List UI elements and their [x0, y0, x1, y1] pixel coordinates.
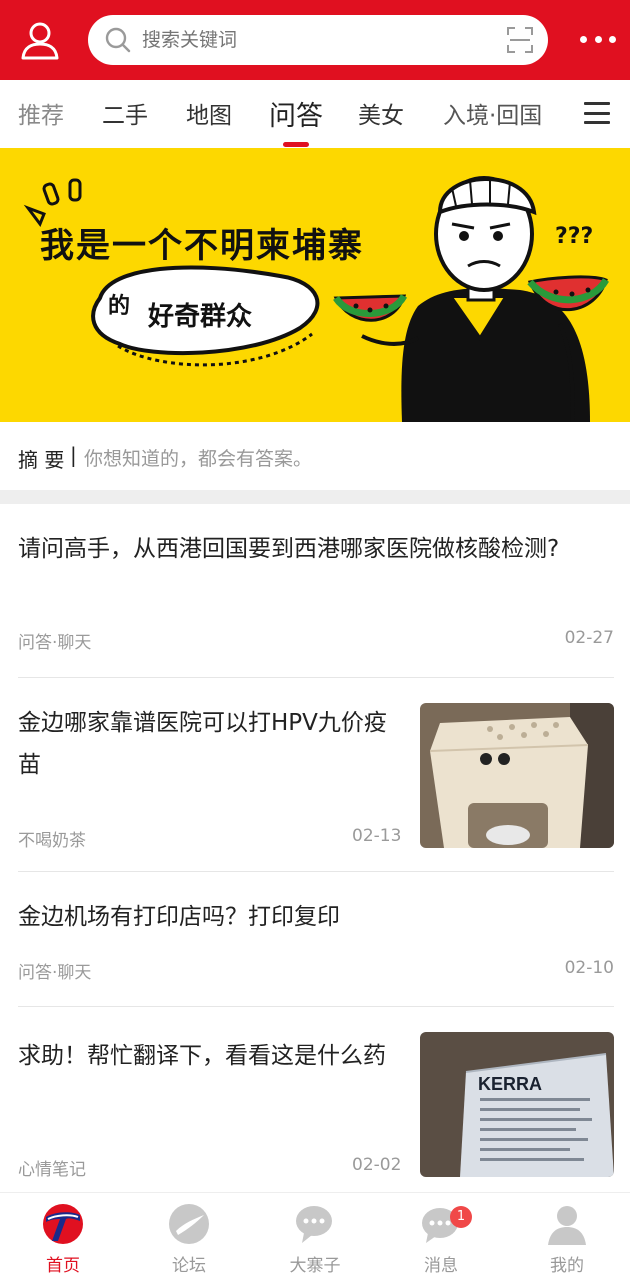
search-box[interactable]: [88, 15, 548, 65]
list-item[interactable]: 求助！帮忙翻译下，看看这是什么药 心情笔记 02-02 KERRA: [0, 1007, 630, 1192]
item-category: 心情笔记: [18, 1160, 86, 1180]
banner-subline: 好奇群众: [148, 302, 253, 332]
top-header: [0, 0, 630, 80]
item-thumbnail[interactable]: KERRA: [420, 1032, 614, 1177]
summary-separator: |: [70, 443, 77, 467]
nav-home[interactable]: 首页: [0, 1193, 126, 1280]
tab-recommend[interactable]: 推荐: [18, 96, 64, 130]
nav-label: 大寨子: [289, 1256, 341, 1276]
home-logo-icon: [43, 1204, 83, 1244]
item-category: 问答·聊天: [18, 963, 92, 983]
summary-bar: 摘 要 | 你想知道的，都会有答案。: [0, 422, 630, 490]
nav-label: 论坛: [172, 1256, 206, 1276]
category-tabs: 推荐 二手 地图 问答 美女 入境·回国: [0, 80, 630, 148]
item-date: 02-02: [352, 1155, 402, 1175]
item-title[interactable]: 金边哪家靠谱医院可以打HPV九价疫苗: [18, 702, 408, 786]
tab-qa[interactable]: 问答: [269, 94, 323, 133]
nav-label: 首页: [46, 1256, 80, 1276]
item-thumbnail[interactable]: [420, 703, 614, 848]
unread-badge: 1: [450, 1206, 472, 1228]
user-icon[interactable]: [18, 18, 62, 62]
active-tab-indicator: [283, 142, 309, 147]
forum-icon: [169, 1204, 209, 1244]
banner-question-marks: ???: [555, 224, 594, 249]
search-input[interactable]: [142, 15, 472, 65]
more-icon[interactable]: [580, 28, 616, 50]
section-divider: [0, 490, 630, 504]
summary-text: 你想知道的，都会有答案。: [84, 448, 313, 470]
list-item[interactable]: 请问高手，从西港回国要到西港哪家医院做核酸检测? 问答·聊天 02-27: [0, 504, 630, 678]
chat-bubbles-icon: [296, 1206, 332, 1243]
tab-map[interactable]: 地图: [186, 96, 232, 130]
nav-label: 消息: [424, 1256, 458, 1276]
scan-icon[interactable]: [506, 26, 534, 54]
item-category: 不喝奶茶: [18, 831, 86, 851]
banner-headline: 我是一个不明柬埔寨: [40, 226, 364, 266]
item-category: 问答·聊天: [18, 633, 92, 653]
item-date: 02-13: [352, 826, 402, 846]
nav-messages[interactable]: 1 消息: [378, 1193, 504, 1280]
item-title[interactable]: 求助！帮忙翻译下，看看这是什么药: [18, 1035, 408, 1077]
item-title[interactable]: 金边机场有打印店吗？打印复印: [18, 896, 598, 938]
item-title[interactable]: 请问高手，从西港回国要到西港哪家医院做核酸检测?: [18, 528, 598, 570]
profile-icon: [548, 1206, 586, 1245]
item-date: 02-27: [564, 628, 614, 648]
banner-small-text: 的: [108, 294, 131, 319]
item-date: 02-10: [564, 958, 614, 978]
list-item[interactable]: 金边机场有打印店吗？打印复印 问答·聊天 02-10: [0, 872, 630, 1007]
search-icon: [105, 27, 131, 53]
tab-entry-return[interactable]: 入境·回国: [443, 96, 542, 130]
bottom-navigation: 首页 论坛 大寨子 1 消息 我的: [0, 1192, 630, 1280]
nav-community[interactable]: 大寨子: [252, 1193, 378, 1280]
nav-forum[interactable]: 论坛: [126, 1193, 252, 1280]
banner-illustration: [23, 176, 610, 422]
thumbnail-label: KERRA: [478, 1074, 542, 1094]
qa-banner[interactable]: 我是一个不明柬埔寨 的 好奇群众 ???: [0, 148, 630, 422]
nav-label: 我的: [550, 1256, 584, 1276]
tab-beauty[interactable]: 美女: [358, 96, 404, 130]
menu-icon[interactable]: [584, 102, 610, 124]
tab-secondhand[interactable]: 二手: [102, 96, 148, 130]
list-item[interactable]: 金边哪家靠谱医院可以打HPV九价疫苗 不喝奶茶 02-13: [0, 678, 630, 872]
summary-label: 摘 要: [18, 448, 65, 472]
nav-profile[interactable]: 我的: [504, 1193, 630, 1280]
